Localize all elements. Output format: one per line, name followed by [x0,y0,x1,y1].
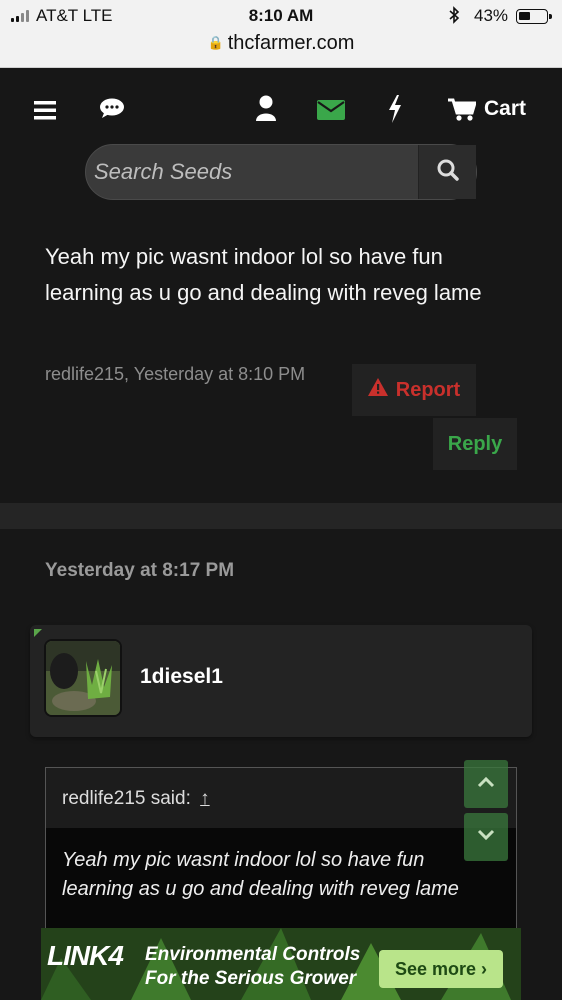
chat-icon[interactable] [99,97,125,123]
warning-icon [367,378,388,402]
username[interactable]: 1diesel1 [140,665,223,689]
ad-headline: Environmental Controls [145,944,361,965]
quote-text: Yeah my pic wasnt indoor lol so have fun… [46,828,516,938]
scroll-up-button[interactable] [464,760,508,808]
lock-icon: 🔒 [207,35,224,50]
url-domain: thcfarmer.com [227,32,355,54]
avatar[interactable] [44,639,122,717]
cart-icon[interactable] [448,98,478,126]
online-indicator [34,629,42,637]
post-body: Yeah my pic wasnt indoor lol so have fun… [45,244,482,305]
ad-subheadline: For the Serious Grower [145,968,357,989]
post-date[interactable]: Yesterday at 8:17 PM [45,560,234,582]
ad-banner[interactable]: LINK4 Environmental Controls For the Ser… [41,928,521,1000]
url-bar[interactable]: 🔒 thcfarmer.com [0,32,562,55]
user-card: 1diesel1 [30,625,532,737]
quote-author[interactable]: redlife215 said: [62,788,191,809]
ad-see-more-button[interactable]: See more › [379,950,503,988]
search-button[interactable] [418,145,476,199]
site-nav: Cart [0,68,562,148]
lightning-icon[interactable] [387,95,403,127]
battery-icon [516,9,552,24]
chevron-down-icon [477,828,495,846]
bluetooth-icon [448,6,460,29]
reply-button[interactable]: Reply [433,418,517,470]
cart-link[interactable]: Cart [484,97,526,121]
search-icon [437,159,459,186]
ad-logo: LINK4 [47,940,124,971]
battery-percent: 43% [474,6,509,25]
jump-to-post-icon[interactable]: ↑ [200,788,210,809]
search-bar [85,144,477,200]
post-divider [0,503,562,529]
ios-status-bar: AT&T LTE 8:10 AM 43% 🔒 thcfarmer.com [0,0,562,68]
envelope-icon[interactable] [317,98,345,124]
report-button[interactable]: Report [352,364,476,416]
user-icon[interactable] [256,95,276,125]
quote-header: redlife215 said: ↑ [46,768,516,828]
report-label: Report [395,378,461,401]
chevron-up-icon [477,775,495,793]
menu-icon[interactable] [34,98,56,124]
search-input[interactable] [94,145,414,199]
post-meta[interactable]: redlife215, Yesterday at 8:10 PM [45,364,305,385]
quote-block: redlife215 said: ↑ Yeah my pic wasnt ind… [45,767,517,938]
scroll-down-button[interactable] [464,813,508,861]
